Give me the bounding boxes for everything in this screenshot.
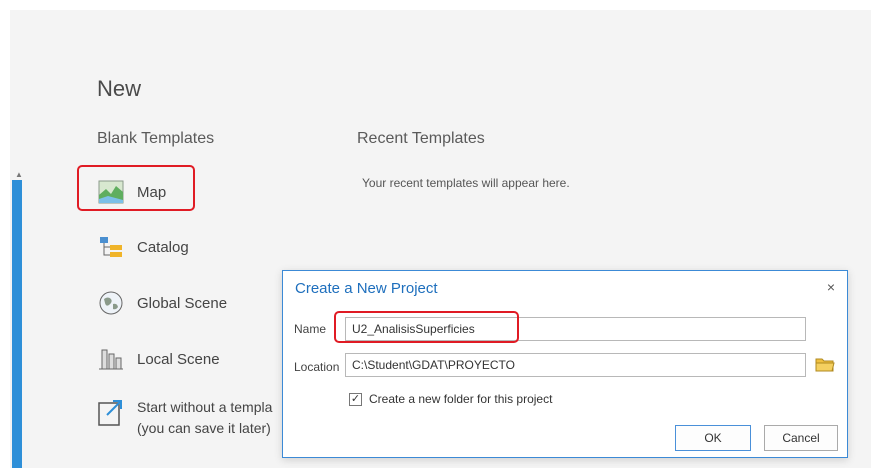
- browse-folder-icon[interactable]: [815, 355, 835, 375]
- dialog-title: Create a New Project: [295, 280, 438, 297]
- blank-templates-heading: Blank Templates: [97, 130, 215, 147]
- create-folder-label[interactable]: Create a new folder for this project: [369, 392, 552, 406]
- start-without-template-line2: (you can save it later): [137, 420, 271, 436]
- name-label: Name: [294, 322, 327, 336]
- template-catalog-label: Catalog: [137, 238, 189, 256]
- location-label: Location: [294, 360, 340, 374]
- local-scene-icon: [97, 345, 125, 373]
- template-global-scene[interactable]: Global Scene: [97, 289, 227, 317]
- create-project-dialog: Create a New Project × Name U2_AnalisisS…: [282, 270, 848, 458]
- template-catalog[interactable]: Catalog: [97, 233, 189, 261]
- name-highlight-annotation: [334, 311, 519, 343]
- start-without-template-line1: Start without a templa: [137, 399, 273, 415]
- template-local-scene-label: Local Scene: [137, 350, 220, 368]
- cancel-button[interactable]: Cancel: [764, 425, 838, 451]
- start-without-template-icon: [97, 397, 125, 427]
- catalog-icon: [97, 233, 125, 261]
- project-location-input[interactable]: C:\Student\GDAT\PROYECTO: [345, 353, 806, 377]
- scroll-up-icon[interactable]: ▲: [15, 170, 23, 179]
- close-icon[interactable]: ×: [827, 279, 835, 295]
- recent-templates-message: Your recent templates will appear here.: [362, 176, 570, 190]
- sidebar-accent-bar: [12, 180, 22, 468]
- recent-templates-heading: Recent Templates: [357, 130, 485, 147]
- map-highlight-annotation: [77, 165, 195, 211]
- template-local-scene[interactable]: Local Scene: [97, 345, 220, 373]
- page-title: New: [97, 76, 142, 101]
- create-folder-checkbox[interactable]: ✓: [349, 393, 362, 406]
- ok-button[interactable]: OK: [675, 425, 751, 451]
- global-scene-icon: [97, 289, 125, 317]
- template-global-scene-label: Global Scene: [137, 294, 228, 312]
- template-start-without[interactable]: Start without a templa (you can save it …: [97, 397, 272, 439]
